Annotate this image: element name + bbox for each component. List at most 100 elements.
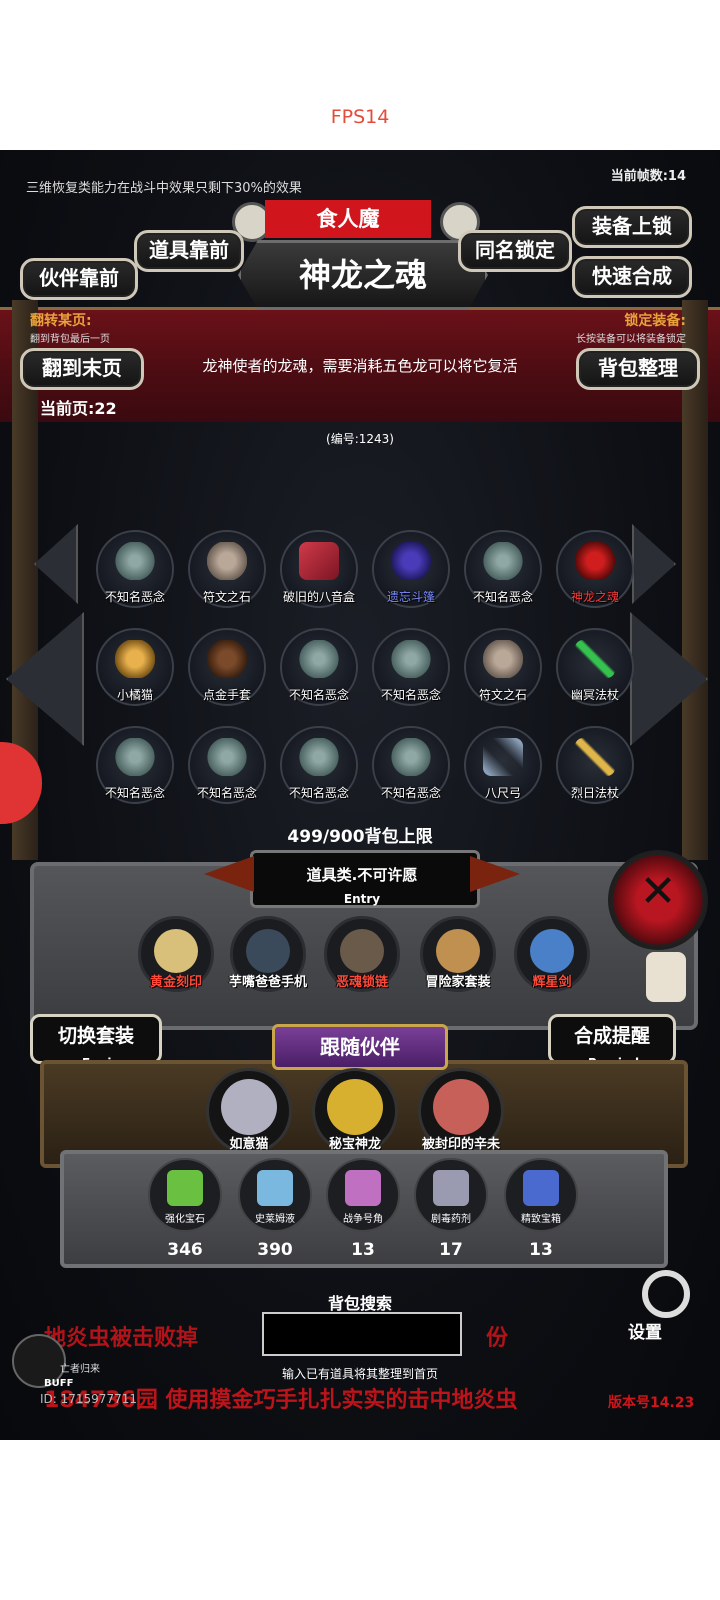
adventurer-icon [436, 929, 480, 973]
ghost-icon [391, 640, 431, 678]
inventory-slot[interactable]: 不知名恶念 [188, 726, 266, 804]
category-title: 道具类.不可许愿 [306, 866, 418, 884]
inventory-slot[interactable]: 符文之石 [464, 628, 542, 706]
equipment-slot[interactable]: 黄金刻印 [138, 916, 214, 992]
bow-icon [483, 738, 523, 776]
inventory-slot-label: 幽冥法杖 [570, 688, 619, 702]
chain-icon [340, 929, 384, 973]
settings-button[interactable]: 设置 [628, 1318, 662, 1343]
inventory-slot[interactable]: 不知名恶念 [280, 726, 358, 804]
system-message: 三维恢复类能力在战斗中效果只剩下30%的效果 [26, 181, 302, 196]
inventory-slot[interactable]: 不知名恶念 [372, 726, 450, 804]
inventory-slot-label: 不知名恶念 [288, 688, 349, 702]
demon-icon [433, 1079, 489, 1135]
equipment-slot[interactable]: 恶魂锁链 [324, 916, 400, 992]
equipment-slot[interactable]: 芋嘴爸爸手机 [229, 916, 307, 992]
fps-counter: FPS14 [330, 106, 390, 128]
item-description: 龙神使者的龙魂，需要消耗五色龙可以将它复活 [202, 357, 518, 375]
seal-icon [154, 929, 198, 973]
resource-slot[interactable]: 史莱姆液 390 [238, 1158, 312, 1260]
inventory-slot[interactable]: 烈日法杖 [556, 726, 634, 804]
resource-label: 强化宝石 [165, 1214, 205, 1225]
inventory-slot[interactable]: 不知名恶念 [464, 530, 542, 608]
resource-label: 精致宝箱 [521, 1214, 561, 1225]
search-input[interactable] [262, 1312, 462, 1356]
resource-count: 390 [257, 1240, 293, 1260]
nyan-cat-icon [221, 1079, 277, 1135]
partner-front-button[interactable]: 伙伴靠前 [20, 258, 138, 300]
resource-slot[interactable]: 强化宝石 346 [148, 1158, 222, 1260]
inventory-slot-label: 不知名恶念 [196, 786, 257, 800]
equipment-slot-label: 黄金刻印 [149, 975, 202, 990]
inventory-slot-label: 神龙之魂 [570, 590, 619, 604]
inventory-slot[interactable]: 不知名恶念 [96, 726, 174, 804]
search-hint: 输入已有道具将其整理到首页 [281, 1367, 438, 1381]
sort-bag-button[interactable]: 背包整理 [576, 348, 700, 390]
rune-stone-icon [207, 542, 247, 580]
poison-icon [433, 1170, 469, 1206]
equipment-slot[interactable]: 辉星剑 [514, 916, 590, 992]
inventory-slot[interactable]: 神龙之魂 [556, 530, 634, 608]
inventory-slot-label: 烈日法杖 [570, 786, 619, 800]
inventory-slot[interactable]: 点金手套 [188, 628, 266, 706]
combat-log-line: 地炎虫被击败掉 [44, 1326, 199, 1351]
quick-combine-button[interactable]: 快速合成 [572, 256, 692, 298]
inventory-slot-label: 八尺弓 [484, 786, 521, 800]
inventory-slot-label: 点金手套 [202, 688, 251, 702]
prop-front-button[interactable]: 道具靠前 [134, 230, 244, 272]
item-number: (编号:1243) [326, 432, 394, 446]
dragon-soul-icon [575, 542, 615, 580]
ghost-icon [391, 738, 431, 776]
staff-icon [575, 640, 615, 678]
equipment-slot-label: 辉星剑 [532, 975, 572, 990]
inventory-slot-label: 不知名恶念 [104, 786, 165, 800]
companion-slot[interactable]: 如意猫 [206, 1068, 292, 1154]
buff-sub: 亡者归来 [60, 1364, 100, 1375]
inventory-slot-label: 不知名恶念 [104, 590, 165, 604]
frame-count: 当前帧数:14 [610, 169, 686, 184]
equip-lock-button[interactable]: 装备上锁 [572, 206, 692, 248]
resource-slot[interactable]: 剧毒药剂 17 [414, 1158, 488, 1260]
dice-icon[interactable] [646, 952, 686, 1002]
inventory-slot[interactable]: 不知名恶念 [372, 628, 450, 706]
last-page-button[interactable]: 翻到末页 [20, 348, 144, 390]
resource-count: 17 [439, 1240, 463, 1260]
rune-stone-icon [483, 640, 523, 678]
inventory-slot[interactable]: 遗忘斗篷 [372, 530, 450, 608]
equipment-slot-label: 冒险家套装 [425, 975, 491, 990]
inventory-slot-label: 不知名恶念 [380, 688, 441, 702]
ghost-icon [207, 738, 247, 776]
chest-icon [523, 1170, 559, 1206]
equipment-slot-label: 芋嘴爸爸手机 [228, 975, 307, 990]
player-id: ID: 1715977711 [40, 1392, 137, 1406]
inventory-slot[interactable]: 符文之石 [188, 530, 266, 608]
category-sub: Entry [343, 892, 381, 906]
inventory-slot-label: 不知名恶念 [288, 786, 349, 800]
resource-label: 战争号角 [343, 1214, 383, 1225]
resource-count: 346 [167, 1240, 203, 1260]
ghost-icon [299, 640, 339, 678]
inventory-slot-label: 遗忘斗篷 [386, 590, 435, 604]
same-name-lock-button[interactable]: 同名锁定 [458, 230, 572, 272]
ghost-icon [115, 738, 155, 776]
inventory-slot[interactable]: 小橘猫 [96, 628, 174, 706]
gear-icon[interactable] [642, 1270, 690, 1318]
inventory-slot[interactable]: 破旧的八音盒 [280, 530, 358, 608]
combat-log-line-tail: 份 [486, 1326, 509, 1351]
resource-slot[interactable]: 精致宝箱 13 [504, 1158, 578, 1260]
equipment-slot[interactable]: 冒险家套装 [420, 916, 496, 992]
cat-icon [115, 640, 155, 678]
inventory-slot[interactable]: 八尺弓 [464, 726, 542, 804]
inventory-slot-label: 小橘猫 [116, 688, 153, 702]
companion-slot[interactable]: 秘宝神龙 [312, 1068, 398, 1154]
current-page: 当前页:22 [40, 399, 117, 418]
inventory-slot[interactable]: 不知名恶念 [280, 628, 358, 706]
inventory-slot[interactable]: 不知名恶念 [96, 530, 174, 608]
resource-label: 史莱姆液 [255, 1214, 295, 1225]
resource-slot[interactable]: 战争号角 13 [326, 1158, 400, 1260]
buff-label: BUFF [44, 1378, 74, 1389]
companion-slot[interactable]: 被封印的辛未 [418, 1068, 504, 1154]
inventory-slot-label: 不知名恶念 [380, 786, 441, 800]
ghost-icon [299, 738, 339, 776]
inventory-slot[interactable]: 幽冥法杖 [556, 628, 634, 706]
